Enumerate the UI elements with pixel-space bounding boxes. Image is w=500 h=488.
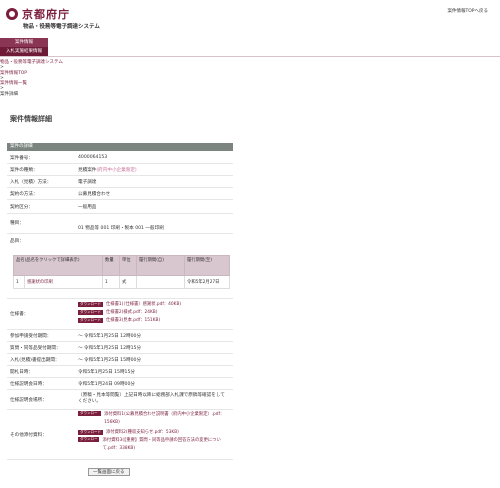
spec-file-2: ダウンロード 仕様書2(様式.pdf：24KB) [78, 309, 157, 315]
download-badge[interactable]: ダウンロード [78, 411, 102, 420]
open-date-label: 開札日時： [10, 370, 33, 375]
type-value: 01 物品等 001 印刷・製本 001 一般印刷 [78, 226, 164, 231]
item-unit: 式 [119, 275, 138, 289]
download-badge[interactable]: ダウンロード [78, 309, 103, 315]
contract-method-label: 契約の方法： [10, 192, 38, 197]
spec-meeting-date-value: 令和5年1月24日 09時00分 [78, 382, 135, 387]
page-title: 案件情報詳細 [10, 115, 52, 123]
breadcrumb-item-system[interactable]: 物品・役務等電子調達システム [0, 60, 63, 65]
breadcrumb-item-current: 案件詳細 [0, 91, 18, 97]
col-from: 履行期間(自) [136, 255, 186, 276]
type-row: 種目： 01 物品等 001 印刷・製本 001 一般印刷 [7, 214, 233, 234]
bid-method-value: 電子調達 [78, 180, 97, 185]
kyoto-emblem-icon [6, 8, 18, 20]
contract-method-value: 公募見積合わせ [78, 192, 111, 197]
bid-period-label: 入札(見積)書提出期間： [10, 358, 60, 363]
col-qty: 数量 [102, 255, 121, 276]
row-number: 1 [13, 275, 25, 289]
question-period-row: 質問・同等品受付期間： ～ 令和5年1月25日 12時15分 [7, 342, 233, 354]
nav-item-bid-results[interactable]: 入札実施結果情報 [0, 47, 48, 56]
spec-meeting-place-label: 仕様説明会場所： [10, 398, 47, 403]
spec-file-link[interactable]: 仕様書1(（仕様書）感謝状.pdf：40KB) [106, 301, 181, 307]
apply-period-row: 参加申請受付期間： ～ 令和5年1月25日 12時00分 [7, 330, 233, 342]
breadcrumb-item-list[interactable]: 案件情報一覧 [0, 81, 27, 86]
download-badge[interactable]: ダウンロード [78, 437, 100, 446]
type-label: 種目： [10, 221, 24, 226]
table-row: 1 感謝状の印刷 1 式 令和5年2月27日 [13, 275, 230, 289]
items-label: 品目： [10, 239, 24, 244]
other-files-label: その他添付資料： [10, 433, 47, 438]
spec-file-link[interactable]: 仕様書3(見本.pdf：151KB) [106, 317, 160, 323]
system-name: 物品・役務等電子調達システム [23, 24, 100, 30]
panel-title: 案件の詳細 [7, 143, 233, 151]
back-to-list-button[interactable]: 一覧画面に戻る [88, 468, 130, 476]
case-info-top-link[interactable]: 案件情報TOPへ戻る [447, 8, 488, 14]
case-type-value: 見積案件(府内中小企業限定) [78, 167, 137, 173]
bid-method-label: 入札（見積）方法： [10, 180, 52, 185]
download-badge[interactable]: ダウンロード [78, 301, 103, 307]
spec-meeting-date-row: 仕様説明会日時： 令和5年1月24日 09時00分 [7, 378, 233, 390]
bid-period-value: ～ 令和5年1月25日 15時00分 [78, 358, 142, 363]
bid-method-row: 入札（見積）方法： 電子調達 [7, 176, 233, 188]
case-type-note: (府内中小企業限定) [96, 168, 137, 173]
other-file-link[interactable]: 添付資料1(公募見積合わせ説明書（府内中小企業限定）.pdf：156KB) [104, 411, 228, 427]
other-file-link[interactable]: 添付資料2(種収支知らせ.pdf：53KB) [106, 429, 179, 435]
breadcrumb-item-top[interactable]: 案件情報TOP [0, 71, 27, 76]
open-date-value: 令和5年1月25日 15時15分 [78, 370, 135, 375]
spec-file-1: ダウンロード 仕様書1(（仕様書）感謝状.pdf：40KB) [78, 301, 181, 307]
contract-method-row: 契約の方法： 公募見積合わせ [7, 188, 233, 200]
spec-meeting-place-row: 仕様説明会場所： （原稿・見本等閲覧）上記日時以降に総務部入札課で原稿等確認をし… [7, 390, 233, 410]
col-to: 履行期間(至) [184, 255, 230, 276]
contract-category-label: 契約区分： [10, 205, 33, 210]
open-date-row: 開札日時： 令和5年1月25日 15時15分 [7, 366, 233, 378]
other-file-link[interactable]: 添付資料3(【重要】質問・同等品申請の回答方法の変更について.pdf：338KB… [102, 437, 228, 453]
question-period-value: ～ 令和5年1月25日 12時15分 [78, 346, 142, 351]
spec-file-3: ダウンロード 仕様書3(見本.pdf：151KB) [78, 317, 160, 323]
case-number-value: 4000064153 [78, 155, 108, 160]
item-from [136, 275, 186, 289]
spec-meeting-place-value: （原稿・見本等閲覧）上記日時以降に総務部入札課で原稿等確認をしてください。 [78, 393, 225, 404]
other-file-3: ダウンロード 添付資料3(【重要】質問・同等品申請の回答方法の変更について.pd… [78, 437, 228, 453]
spec-file-link[interactable]: 仕様書2(様式.pdf：24KB) [106, 309, 157, 315]
case-type-label: 案件の種類： [10, 168, 38, 173]
contract-category-row: 契約区分： 一般用品 [7, 200, 233, 214]
other-file-1: ダウンロード 添付資料1(公募見積合わせ説明書（府内中小企業限定）.pdf：15… [78, 411, 228, 427]
col-unit: 単位 [119, 255, 138, 276]
logo[interactable]: 京都府庁 [6, 6, 70, 22]
item-to: 令和5年2月27日 [184, 275, 230, 289]
case-type-text: 見積案件 [78, 168, 97, 173]
col-name: 品名(品名をクリックで詳細表示) [12, 255, 104, 276]
spec-label: 仕様書： [10, 312, 29, 317]
breadcrumb-separator: > [0, 65, 4, 71]
items-table: 品名(品名をクリックで詳細表示) 数量 単位 履行期間(自) 履行期間(至) 1… [12, 255, 230, 289]
header: 京都府庁 物品・役務等電子調達システム 案件情報TOPへ戻る [0, 0, 500, 36]
case-number-row: 案件番号： 4000064153 [7, 152, 233, 164]
nav-item-case-info[interactable]: 案件情報 [0, 38, 48, 47]
apply-period-label: 参加申請受付期間： [10, 334, 52, 339]
item-name-link[interactable]: 感謝状の印刷 [23, 275, 104, 289]
apply-period-value: ～ 令和5年1月25日 12時00分 [78, 334, 142, 339]
breadcrumb-separator: > [0, 86, 4, 92]
spec-meeting-date-label: 仕様説明会日時： [10, 382, 47, 387]
other-file-2: ダウンロード 添付資料2(種収支知らせ.pdf：53KB) [78, 429, 179, 435]
download-badge[interactable]: ダウンロード [78, 317, 103, 323]
main-nav: 案件情報 入札実施結果情報 [0, 38, 48, 56]
download-badge[interactable]: ダウンロード [78, 429, 103, 435]
logo-text: 京都府庁 [22, 8, 70, 21]
item-qty: 1 [102, 275, 121, 289]
items-table-header: 品名(品名をクリックで詳細表示) 数量 単位 履行期間(自) 履行期間(至) [12, 255, 230, 276]
case-type-row: 案件の種類： 見積案件(府内中小企業限定) [7, 164, 233, 176]
bid-period-row: 入札(見積)書提出期間： ～ 令和5年1月25日 15時00分 [7, 354, 233, 366]
question-period-label: 質問・同等品受付期間： [10, 346, 61, 351]
case-number-label: 案件番号： [10, 156, 33, 161]
breadcrumb: 物品・役務等電子調達システム > 案件情報TOP > 案件情報一覧 > 案件詳細 [0, 60, 63, 97]
nav-divider [0, 56, 500, 57]
contract-category-value: 一般用品 [78, 205, 97, 210]
